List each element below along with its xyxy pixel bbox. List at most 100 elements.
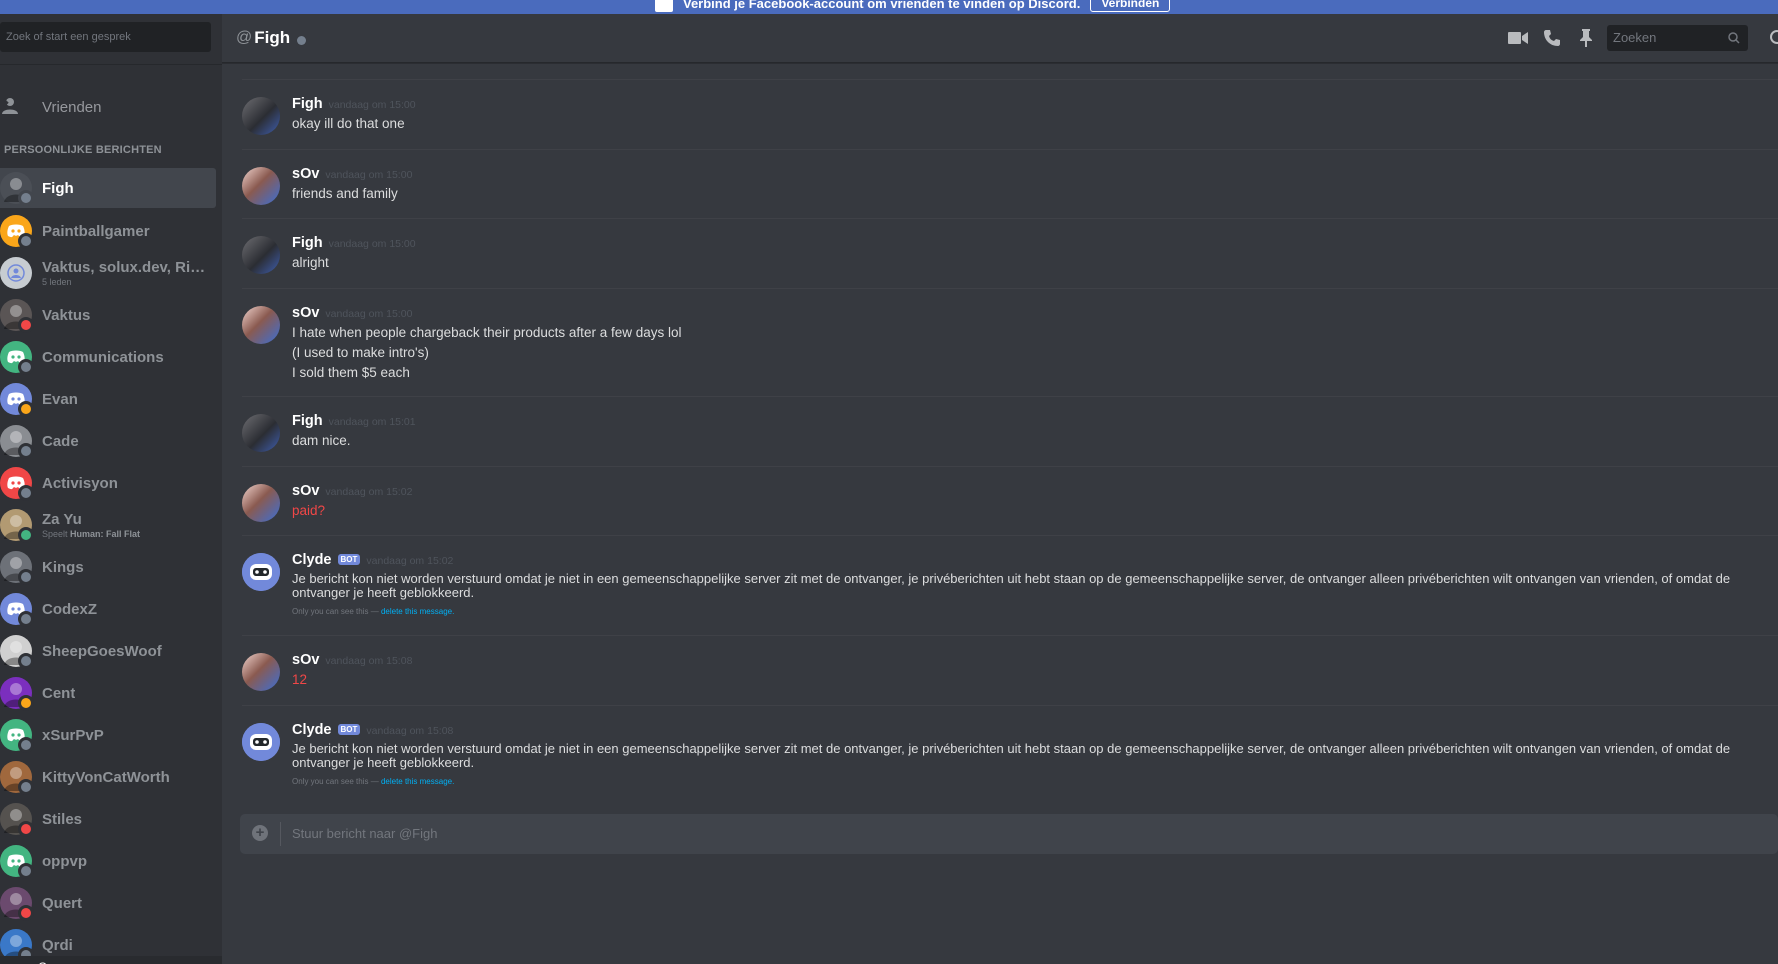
dm-name: KittyVonCatWorth xyxy=(42,768,170,786)
group-icon xyxy=(0,257,32,289)
dm-item[interactable]: CodexZ xyxy=(0,588,216,630)
status-dot xyxy=(18,737,34,753)
dm-item[interactable]: Cent xyxy=(0,672,216,714)
dm-item[interactable]: Vaktus xyxy=(0,294,216,336)
message-timestamp: vandaag om 15:00 xyxy=(325,168,413,181)
search-placeholder: Zoeken xyxy=(1613,30,1657,45)
avatar[interactable] xyxy=(242,653,280,691)
status-dot xyxy=(18,611,34,627)
dm-name: CodexZ xyxy=(42,600,98,618)
channel-name: Figh xyxy=(254,28,291,47)
dm-item[interactable]: Cade xyxy=(0,420,216,462)
dm-item[interactable]: Paintballgamer xyxy=(0,210,216,252)
discord-logo-icon xyxy=(0,719,34,753)
message-timestamp: vandaag om 15:02 xyxy=(366,555,454,567)
dm-name: Stiles xyxy=(42,810,83,828)
dm-item[interactable]: Za Yu Speelt Human: Fall Flat xyxy=(0,504,216,546)
message-author[interactable]: Figh xyxy=(292,413,323,429)
avatar xyxy=(0,172,34,206)
connect-button[interactable]: Verbinden xyxy=(1090,0,1171,12)
message-input[interactable]: Stuur bericht naar @Figh xyxy=(292,814,437,854)
chat-header: @ Figh Zoeken xyxy=(222,14,1778,63)
dm-item[interactable]: KittyVonCatWorth xyxy=(0,756,216,798)
divider xyxy=(0,64,222,65)
friends-nav-item[interactable]: Vrienden xyxy=(0,91,216,123)
delete-message-link[interactable]: delete this message. xyxy=(381,777,454,786)
dm-item[interactable]: SheepGoesWoof xyxy=(0,630,216,672)
status-dot xyxy=(18,821,34,837)
message-composer[interactable]: + Stuur bericht naar @Figh xyxy=(240,814,1778,854)
status-dot xyxy=(18,401,34,417)
message-author[interactable]: Clyde xyxy=(292,722,332,738)
dm-name: Evan xyxy=(42,390,78,408)
dm-list: Figh Paintballgamer Vaktus, solux.dev, Riv… xyxy=(0,168,216,964)
current-user-panel[interactable]: sOv xyxy=(0,956,222,964)
header-search-input[interactable]: Zoeken xyxy=(1607,25,1748,51)
dm-name: Vaktus xyxy=(42,306,91,324)
pin-icon[interactable] xyxy=(1576,28,1596,48)
message-author[interactable]: sOv xyxy=(292,652,319,668)
mentions-icon[interactable] xyxy=(1770,30,1778,44)
avatar[interactable] xyxy=(242,166,280,205)
avatar[interactable] xyxy=(242,483,280,522)
message-text: alright xyxy=(292,255,329,270)
dm-name: Vaktus, solux.dev, River... xyxy=(42,259,207,276)
message-text: 12 xyxy=(292,672,308,687)
status-dot xyxy=(18,359,34,375)
ephemeral-notice: Only you can see this — delete this mess… xyxy=(292,607,1778,616)
dm-item[interactable]: xSurPvP xyxy=(0,714,216,756)
status-dot xyxy=(18,485,34,501)
message-group: Clyde BOT vandaag om 15:08 Je bericht kon n… xyxy=(242,704,1778,805)
avatar[interactable] xyxy=(242,236,280,274)
dm-name: Figh xyxy=(42,179,74,197)
avatar[interactable] xyxy=(242,553,280,591)
avatar[interactable] xyxy=(242,722,280,761)
discord-logo-icon xyxy=(0,341,34,375)
dm-search-input[interactable]: Zoek of start een gesprek xyxy=(0,22,211,52)
message-author[interactable]: Figh xyxy=(292,235,323,251)
avatar[interactable] xyxy=(242,414,280,452)
dm-item[interactable]: Activisyon xyxy=(0,462,216,504)
avatar[interactable] xyxy=(242,305,280,344)
message-text: paid? xyxy=(292,502,326,518)
dm-item[interactable]: Vaktus, solux.dev, River... 5 leden xyxy=(0,252,216,294)
message-timestamp: vandaag om 15:01 xyxy=(328,416,416,428)
dm-item[interactable]: Communications xyxy=(0,336,216,378)
avatar xyxy=(0,635,34,669)
avatar[interactable] xyxy=(242,97,280,135)
status-dot xyxy=(18,569,34,585)
dm-name: oppvp xyxy=(42,852,87,870)
message-author[interactable]: sOv xyxy=(292,483,319,499)
phone-icon[interactable] xyxy=(1542,28,1562,48)
message-author[interactable]: sOv xyxy=(292,166,319,182)
message-author[interactable]: sOv xyxy=(292,305,319,321)
search-icon xyxy=(1728,32,1740,44)
avatar xyxy=(0,551,34,585)
avatar xyxy=(0,803,34,837)
video-icon[interactable] xyxy=(1508,28,1528,48)
avatar xyxy=(0,677,34,711)
dm-item[interactable]: Evan xyxy=(0,378,216,420)
dm-name: Za Yu xyxy=(42,511,82,528)
discord-logo-icon xyxy=(0,215,34,249)
ephemeral-text: Only you can see this — xyxy=(292,607,381,616)
status-dot xyxy=(18,317,34,333)
dm-item[interactable]: Quert xyxy=(0,882,216,924)
upload-plus-icon[interactable]: + xyxy=(252,825,268,841)
status-indicator xyxy=(297,35,307,45)
status-dot xyxy=(18,653,34,669)
dm-item[interactable]: Kings xyxy=(0,546,216,588)
dm-item[interactable]: Figh xyxy=(0,168,216,208)
message-text: Je bericht kon niet worden verstuurd omd… xyxy=(292,571,1731,600)
status-dot xyxy=(18,527,34,543)
friends-label: Vrienden xyxy=(42,98,102,116)
facebook-connect-banner: Verbind je Facebook-account om vrienden … xyxy=(0,0,1778,14)
dm-item[interactable]: Stiles xyxy=(0,798,216,840)
avatar xyxy=(0,425,34,459)
delete-message-link[interactable]: delete this message. xyxy=(381,607,454,616)
message-author[interactable]: Figh xyxy=(292,96,323,112)
dm-item[interactable]: oppvp xyxy=(0,840,216,882)
message-group: sOv vandaag om 15:02 paid? xyxy=(242,465,1778,536)
message-author[interactable]: Clyde xyxy=(292,552,332,568)
composer-divider xyxy=(280,822,281,846)
